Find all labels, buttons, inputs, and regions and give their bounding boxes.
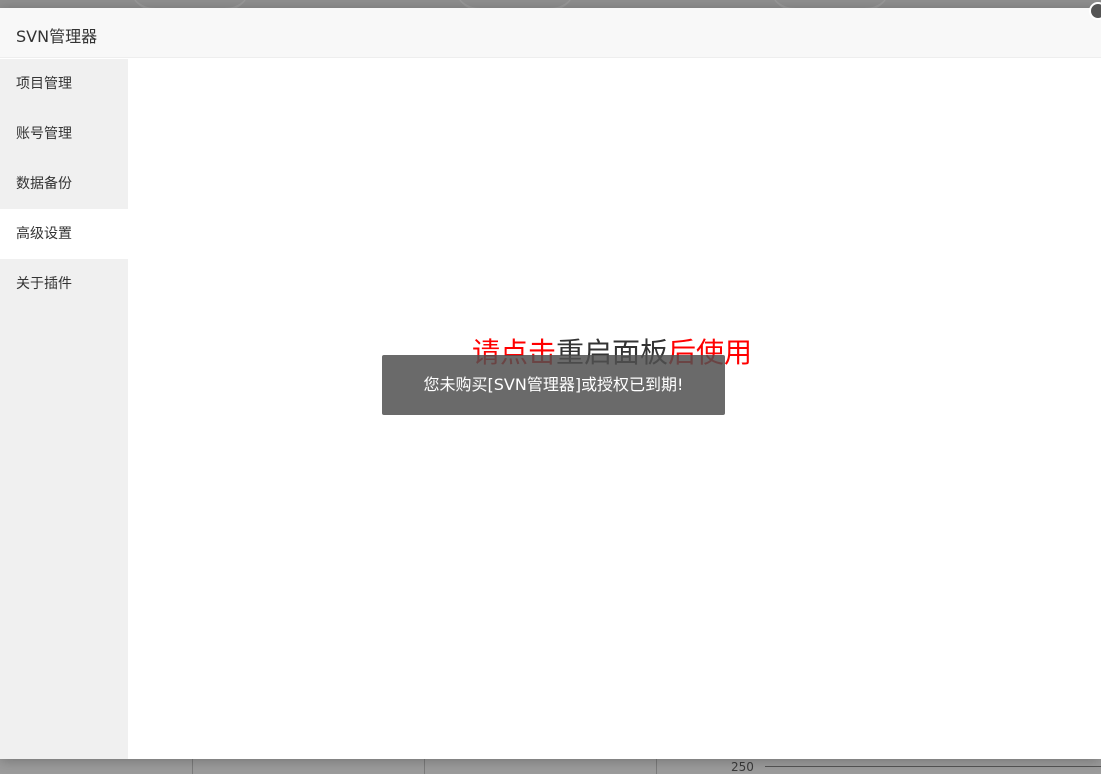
background-divider: [656, 759, 657, 774]
background-divider: [192, 759, 193, 774]
dialog-header: SVN管理器: [0, 8, 1101, 58]
sidebar-item-account-management[interactable]: 账号管理: [0, 109, 128, 159]
background-axis-line: [765, 766, 1101, 767]
background-axis-tick-label: 250: [731, 760, 754, 774]
sidebar-item-advanced-settings[interactable]: 高级设置: [0, 209, 128, 259]
dialog-title: SVN管理器: [16, 27, 98, 46]
license-expired-toast: 您未购买[SVN管理器]或授权已到期!: [382, 355, 725, 415]
background-divider: [424, 759, 425, 774]
sidebar-item-project-management[interactable]: 项目管理: [0, 59, 128, 109]
sidebar-item-data-backup[interactable]: 数据备份: [0, 159, 128, 209]
close-icon[interactable]: [1089, 2, 1101, 20]
sidebar-item-about-plugin[interactable]: 关于插件: [0, 259, 128, 309]
sidebar-nav: 项目管理 账号管理 数据备份 高级设置 关于插件: [0, 59, 128, 759]
